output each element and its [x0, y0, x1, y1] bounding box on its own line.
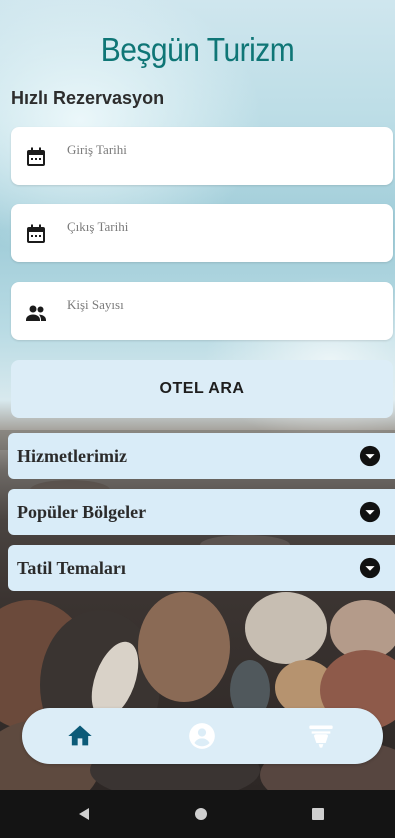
accordion-services-label: Hizmetlerimiz — [17, 446, 127, 466]
checkin-date-field[interactable]: Giriş Tarihi — [11, 127, 393, 185]
checkin-date-label: Giriş Tarihi — [67, 142, 127, 157]
chevron-down-circle-icon — [359, 557, 381, 579]
system-navigation-bar — [0, 790, 395, 838]
accordion-holiday-themes[interactable]: Tatil Temaları — [8, 545, 395, 591]
recents-icon[interactable] — [310, 806, 326, 822]
quick-reservation-heading: Hızlı Rezervasyon — [11, 88, 165, 108]
accordion-services[interactable]: Hizmetlerimiz — [8, 433, 395, 479]
bell-concierge-icon[interactable] — [307, 722, 335, 750]
people-icon — [26, 305, 46, 321]
guest-count-label: Kişi Sayısı — [67, 297, 124, 312]
checkout-date-label: Çıkış Tarihi — [67, 219, 129, 234]
account-icon[interactable] — [188, 722, 216, 750]
home-circle-icon[interactable] — [193, 806, 209, 822]
guest-count-field[interactable]: Kişi Sayısı — [11, 282, 393, 340]
chevron-down-circle-icon — [359, 501, 381, 523]
home-icon[interactable] — [66, 722, 94, 750]
app-title: Beşgün Turizm — [100, 31, 295, 69]
checkout-date-field[interactable]: Çıkış Tarihi — [11, 204, 393, 262]
calendar-icon — [27, 147, 45, 166]
bottom-navigation — [22, 708, 383, 764]
accordion-popular-regions-label: Popüler Bölgeler — [17, 502, 147, 522]
accordion-holiday-themes-label: Tatil Temaları — [17, 558, 126, 578]
search-hotel-button[interactable]: OTEL ARA — [11, 360, 393, 418]
accordion-popular-regions[interactable]: Popüler Bölgeler — [8, 489, 395, 535]
chevron-down-circle-icon — [359, 445, 381, 467]
back-icon[interactable] — [76, 806, 92, 822]
app-screen: Beşgün Turizm Hızlı Rezervasyon Giriş Ta… — [0, 0, 395, 790]
calendar-icon — [27, 224, 45, 243]
